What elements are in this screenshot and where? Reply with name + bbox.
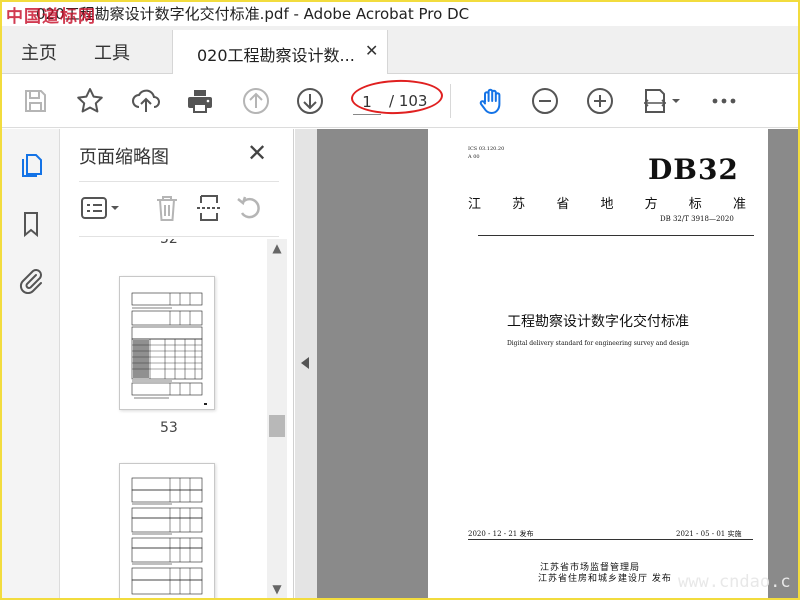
zoom-in-icon: [587, 88, 613, 114]
more-tools-button[interactable]: [706, 83, 742, 119]
thumbnail-list[interactable]: 52 53 ▲ ▼: [61, 239, 294, 598]
save-button[interactable]: [17, 83, 53, 119]
page-down-icon: [297, 88, 323, 114]
ics-code: ICS 03.120.20: [468, 146, 505, 152]
heading-char: 苏: [512, 197, 526, 212]
rotate-page-button[interactable]: [233, 192, 265, 224]
left-rail: [2, 129, 60, 598]
print-icon: [188, 90, 212, 113]
panel-collapse-splitter[interactable]: [295, 129, 317, 598]
bookmark-icon: [24, 212, 38, 238]
options-icon: [81, 197, 119, 219]
save-icon: [25, 90, 46, 112]
fit-page-dropdown[interactable]: [638, 83, 686, 119]
tab-tools[interactable]: 工具: [94, 39, 130, 65]
toolbar: / 103: [2, 74, 798, 128]
heading-char: 方: [644, 197, 658, 212]
implementation-date: 2021 - 05 - 01 实施: [676, 530, 742, 538]
page-number-label: 53: [160, 420, 178, 436]
insert-page-button[interactable]: [193, 192, 225, 224]
page-navigator: / 103: [353, 89, 429, 115]
next-page-button[interactable]: [292, 83, 328, 119]
rotate-icon: [237, 196, 260, 219]
thumbnail-table-image: [131, 292, 207, 405]
document-title: 工程勘察设计数字化交付标准: [507, 314, 689, 330]
hand-icon: [479, 88, 501, 114]
previous-page-button[interactable]: [238, 83, 274, 119]
ccs-code: A 00: [468, 154, 480, 160]
trash-icon: [157, 196, 177, 221]
collapse-arrow-icon[interactable]: [301, 357, 309, 369]
zoom-out-button[interactable]: [527, 83, 563, 119]
heading-char: 省: [556, 197, 570, 212]
star-icon: [77, 88, 103, 113]
attachments-button[interactable]: [14, 263, 48, 297]
scrollbar-thumb[interactable]: [269, 415, 285, 437]
attachment-icon: [19, 269, 42, 294]
print-button[interactable]: [182, 83, 218, 119]
toolbar-divider: [450, 84, 451, 118]
panel-title: 页面缩略图: [79, 147, 169, 168]
watermark-logo: 中国道标网: [6, 7, 96, 27]
close-panel-icon[interactable]: ✕: [247, 139, 267, 167]
document-page: ICS 03.120.20 A 00 DB32 江 苏 省 地 方 标 准 DB…: [428, 129, 768, 598]
tab-home[interactable]: 主页: [21, 39, 57, 65]
heading-char: 准: [732, 197, 746, 212]
watermark-url: www.cndao.c: [678, 572, 791, 592]
window-title: 020工程勘察设计数字化交付标准.pdf - Adobe Acrobat Pro…: [36, 5, 470, 23]
total-pages: / 103: [389, 92, 428, 110]
scroll-down-arrow-icon[interactable]: ▼: [267, 580, 287, 598]
standard-number: DB 32/T 3918—2020: [660, 215, 734, 223]
page-thumbnail[interactable]: [119, 276, 215, 410]
acrobat-window: 020工程勘察设计数字化交付标准.pdf - Adobe Acrobat Pro…: [2, 2, 798, 598]
close-tab-icon[interactable]: ✕: [365, 41, 378, 60]
document-tab-label: 020工程勘察设计数...: [197, 46, 355, 65]
province-standard-heading: 江 苏 省 地 方 标 准: [468, 193, 746, 212]
heading-char: 标: [688, 197, 702, 212]
document-subtitle-english: Digital delivery standard for engineerin…: [506, 340, 690, 347]
heading-char: 地: [600, 197, 614, 212]
issuing-authority: 江苏省住房和城乡建设厅 发布: [538, 574, 672, 584]
insert-page-icon: [197, 195, 221, 221]
thumbnails-icon: [22, 154, 42, 177]
panel-toolbar: [79, 181, 279, 237]
current-page-input[interactable]: [353, 89, 381, 115]
thumbnail-scrollbar[interactable]: ▲ ▼: [267, 239, 287, 598]
thumbnail-options-dropdown[interactable]: [79, 192, 123, 224]
document-view[interactable]: ICS 03.120.20 A 00 DB32 江 苏 省 地 方 标 准 DB…: [317, 129, 798, 598]
page-thumbnail[interactable]: [119, 463, 215, 598]
thumbnail-table-image: [131, 477, 203, 595]
thumbnails-button[interactable]: [14, 149, 48, 183]
footer-rule: [468, 539, 753, 540]
fit-page-icon: [643, 89, 680, 113]
thumbnails-panel: 页面缩略图 ✕ 52 53 ▲ ▼: [61, 129, 294, 598]
more-icon: [712, 98, 736, 104]
hand-tool-button[interactable]: [473, 83, 509, 119]
scroll-up-arrow-icon[interactable]: ▲: [267, 239, 287, 257]
header-rule: [478, 235, 754, 236]
zoom-out-icon: [532, 88, 558, 114]
bookmarks-button[interactable]: [14, 207, 48, 241]
bookmark-star-button[interactable]: [72, 83, 108, 119]
share-upload-button[interactable]: [128, 83, 164, 119]
zoom-in-button[interactable]: [582, 83, 618, 119]
delete-pages-button[interactable]: [151, 192, 183, 224]
heading-char: 江: [468, 197, 482, 212]
tab-document[interactable]: 020工程勘察设计数... ✕: [172, 30, 388, 74]
standard-code: DB32: [648, 153, 739, 186]
title-bar: 020工程勘察设计数字化交付标准.pdf - Adobe Acrobat Pro…: [2, 2, 798, 27]
page-number-label: 52: [160, 239, 178, 247]
issue-date: 2020 - 12 - 21 发布: [468, 530, 534, 538]
upload-icon: [132, 89, 160, 112]
page-up-icon: [243, 88, 269, 114]
tab-bar: 主页 工具 020工程勘察设计数... ✕: [2, 26, 798, 74]
